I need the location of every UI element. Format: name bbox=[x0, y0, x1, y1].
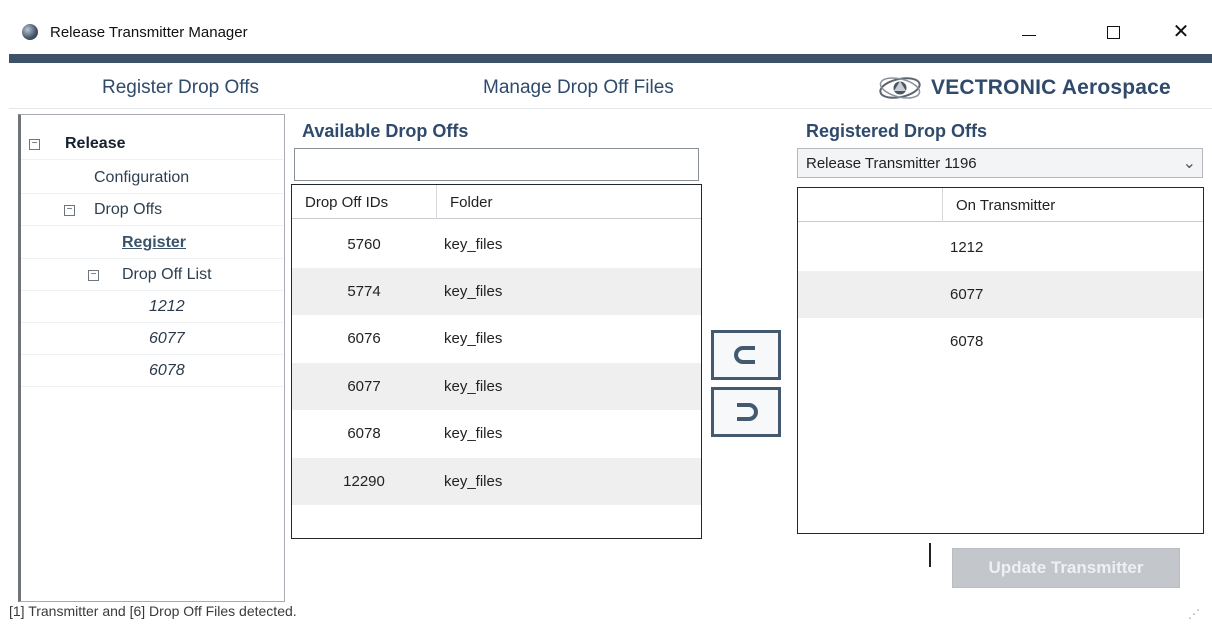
table-row[interactable]: 12290 key_files bbox=[292, 458, 701, 505]
text-cursor bbox=[929, 543, 931, 567]
table-row[interactable]: 6076 key_files bbox=[292, 315, 701, 362]
drop-off-id-cell: 5760 bbox=[347, 236, 381, 253]
tree-label-drop-off: 6077 bbox=[149, 330, 185, 347]
resize-grip-icon[interactable]: ⋰ bbox=[1188, 608, 1200, 620]
close-icon: ✕ bbox=[1172, 21, 1190, 43]
drop-off-id-cell: 5774 bbox=[347, 283, 381, 300]
tab-strip: Register Drop Offs Manage Drop Off Files… bbox=[9, 63, 1212, 109]
maximize-button[interactable] bbox=[1090, 14, 1136, 50]
table-header: Drop Off IDs Folder bbox=[292, 185, 701, 219]
folder-cell: key_files bbox=[444, 283, 503, 300]
table-row[interactable]: 5774 key_files bbox=[292, 268, 701, 315]
table-row[interactable]: 1212 bbox=[798, 224, 1203, 271]
tree-label-drop-off-list: Drop Off List bbox=[122, 266, 212, 283]
table-row[interactable]: 6077 bbox=[798, 271, 1203, 318]
table-row[interactable]: 5760 key_files bbox=[292, 221, 701, 268]
close-button[interactable]: ✕ bbox=[1158, 14, 1204, 50]
minimize-button[interactable] bbox=[1006, 14, 1052, 50]
table-header: On Transmitter bbox=[798, 188, 1203, 222]
available-drop-offs-table: Drop Off IDs Folder 5760 key_files 5774 … bbox=[291, 184, 702, 539]
brand: VECTRONIC Aerospace bbox=[877, 75, 1171, 101]
tree-item-configuration[interactable]: Configuration bbox=[21, 163, 283, 194]
folder-cell: key_files bbox=[444, 378, 503, 395]
on-transmitter-cell: 6077 bbox=[950, 286, 984, 303]
tree-label-register: Register bbox=[122, 234, 187, 251]
header-accent-bar bbox=[9, 54, 1212, 63]
tree-item-drop-off[interactable]: 1212 bbox=[21, 292, 283, 323]
status-bar-text: [1] Transmitter and [6] Drop Off Files d… bbox=[9, 603, 297, 619]
tree-label-configuration: Configuration bbox=[94, 169, 190, 186]
tree-item-drop-off-list[interactable]: − Drop Off List bbox=[21, 260, 283, 291]
selected-transmitter: Release Transmitter 1196 bbox=[806, 155, 977, 172]
window-title: Release Transmitter Manager bbox=[50, 24, 248, 41]
tree-item-drop-off[interactable]: 6078 bbox=[21, 356, 283, 387]
drop-off-id-cell: 12290 bbox=[343, 473, 385, 490]
registered-drop-offs-table: On Transmitter 1212 6077 6078 bbox=[797, 187, 1204, 534]
minimize-icon bbox=[1022, 34, 1036, 36]
tree-item-release[interactable]: − Release bbox=[21, 129, 283, 160]
column-header-folder[interactable]: Folder bbox=[436, 185, 701, 219]
collapse-icon[interactable]: − bbox=[64, 205, 75, 216]
column-header-on-transmitter[interactable]: On Transmitter bbox=[942, 188, 1203, 222]
registered-drop-offs-heading: Registered Drop Offs bbox=[806, 121, 988, 141]
chevron-down-icon: ⌄ bbox=[1182, 155, 1196, 172]
navigation-tree: − Release Configuration − Drop Offs Regi… bbox=[18, 114, 285, 602]
folder-cell: key_files bbox=[444, 330, 503, 347]
column-header-blank[interactable] bbox=[798, 188, 942, 222]
column-header-drop-off-ids[interactable]: Drop Off IDs bbox=[292, 185, 436, 219]
folder-cell: key_files bbox=[444, 425, 503, 442]
transmitter-select[interactable]: Release Transmitter 1196 ⌄ bbox=[797, 148, 1203, 178]
collapse-icon[interactable]: − bbox=[88, 270, 99, 281]
folder-cell: key_files bbox=[444, 236, 503, 253]
brand-name: VECTRONIC Aerospace bbox=[931, 76, 1171, 99]
collapse-icon[interactable]: − bbox=[29, 139, 40, 150]
available-drop-offs-heading: Available Drop Offs bbox=[302, 121, 469, 141]
unregister-drop-off-button[interactable] bbox=[711, 387, 781, 437]
vectronic-logo-icon bbox=[879, 77, 921, 99]
drop-off-id-cell: 6076 bbox=[347, 330, 381, 347]
table-row[interactable]: 6078 key_files bbox=[292, 410, 701, 457]
move-left-icon bbox=[737, 403, 758, 421]
tree-label-release: Release bbox=[65, 135, 126, 152]
table-row[interactable]: 6077 key_files bbox=[292, 363, 701, 410]
update-transmitter-button[interactable]: Update Transmitter bbox=[952, 548, 1180, 588]
drop-off-id-cell: 6078 bbox=[347, 425, 381, 442]
table-row[interactable]: 6078 bbox=[798, 318, 1203, 365]
drop-off-id-cell: 6077 bbox=[347, 378, 381, 395]
tree-label-drop-off: 6078 bbox=[149, 362, 185, 379]
tree-label-drop-offs: Drop Offs bbox=[94, 201, 163, 218]
tab-register-drop-offs[interactable]: Register Drop Offs bbox=[102, 77, 259, 99]
move-right-icon bbox=[734, 346, 755, 364]
on-transmitter-cell: 6078 bbox=[950, 333, 984, 350]
title-bar: Release Transmitter Manager ✕ bbox=[0, 0, 1212, 54]
maximize-icon bbox=[1106, 25, 1120, 39]
tree-item-register[interactable]: Register bbox=[21, 228, 283, 259]
on-transmitter-cell: 1212 bbox=[950, 239, 984, 256]
tab-manage-drop-off-files[interactable]: Manage Drop Off Files bbox=[483, 77, 674, 99]
tree-item-drop-off[interactable]: 6077 bbox=[21, 324, 283, 355]
tree-label-drop-off: 1212 bbox=[149, 298, 185, 315]
drop-off-search-input[interactable] bbox=[294, 148, 699, 181]
folder-cell: key_files bbox=[444, 473, 503, 490]
app-globe-icon bbox=[22, 24, 38, 40]
register-drop-off-button[interactable] bbox=[711, 330, 781, 380]
tree-item-drop-offs[interactable]: − Drop Offs bbox=[21, 195, 283, 226]
